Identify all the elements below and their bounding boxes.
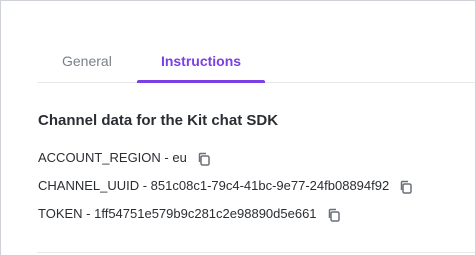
tab-instructions[interactable]: Instructions	[137, 41, 265, 83]
token-row: TOKEN - 1ff54751e579b9c281c2e98890d5e661	[38, 205, 343, 223]
copy-token-button[interactable]	[327, 208, 343, 224]
tab-general[interactable]: General	[37, 41, 137, 82]
active-tab-indicator	[137, 80, 265, 83]
copy-icon	[328, 208, 340, 222]
section-divider	[37, 252, 475, 253]
channel-uuid-row: CHANNEL_UUID - 851c08c1-79c4-41bc-9e77-2…	[38, 177, 415, 195]
tab-bar: General Instructions	[37, 41, 475, 83]
copy-icon	[198, 152, 210, 166]
copy-account-region-button[interactable]	[197, 152, 213, 168]
section-heading: Channel data for the Kit chat SDK	[38, 112, 279, 129]
tab-instructions-label: Instructions	[160, 53, 242, 69]
copy-icon	[400, 180, 412, 194]
channel-settings-panel: General Instructions Channel data for th…	[0, 0, 476, 256]
copy-channel-uuid-button[interactable]	[399, 180, 415, 196]
token-text: TOKEN - 1ff54751e579b9c281c2e98890d5e661	[38, 206, 317, 221]
channel-uuid-text: CHANNEL_UUID - 851c08c1-79c4-41bc-9e77-2…	[38, 178, 390, 193]
account-region-text: ACCOUNT_REGION - eu	[38, 150, 187, 165]
account-region-row: ACCOUNT_REGION - eu	[38, 149, 213, 167]
instructions-content: Channel data for the Kit chat SDK ACCOUN…	[38, 111, 468, 222]
